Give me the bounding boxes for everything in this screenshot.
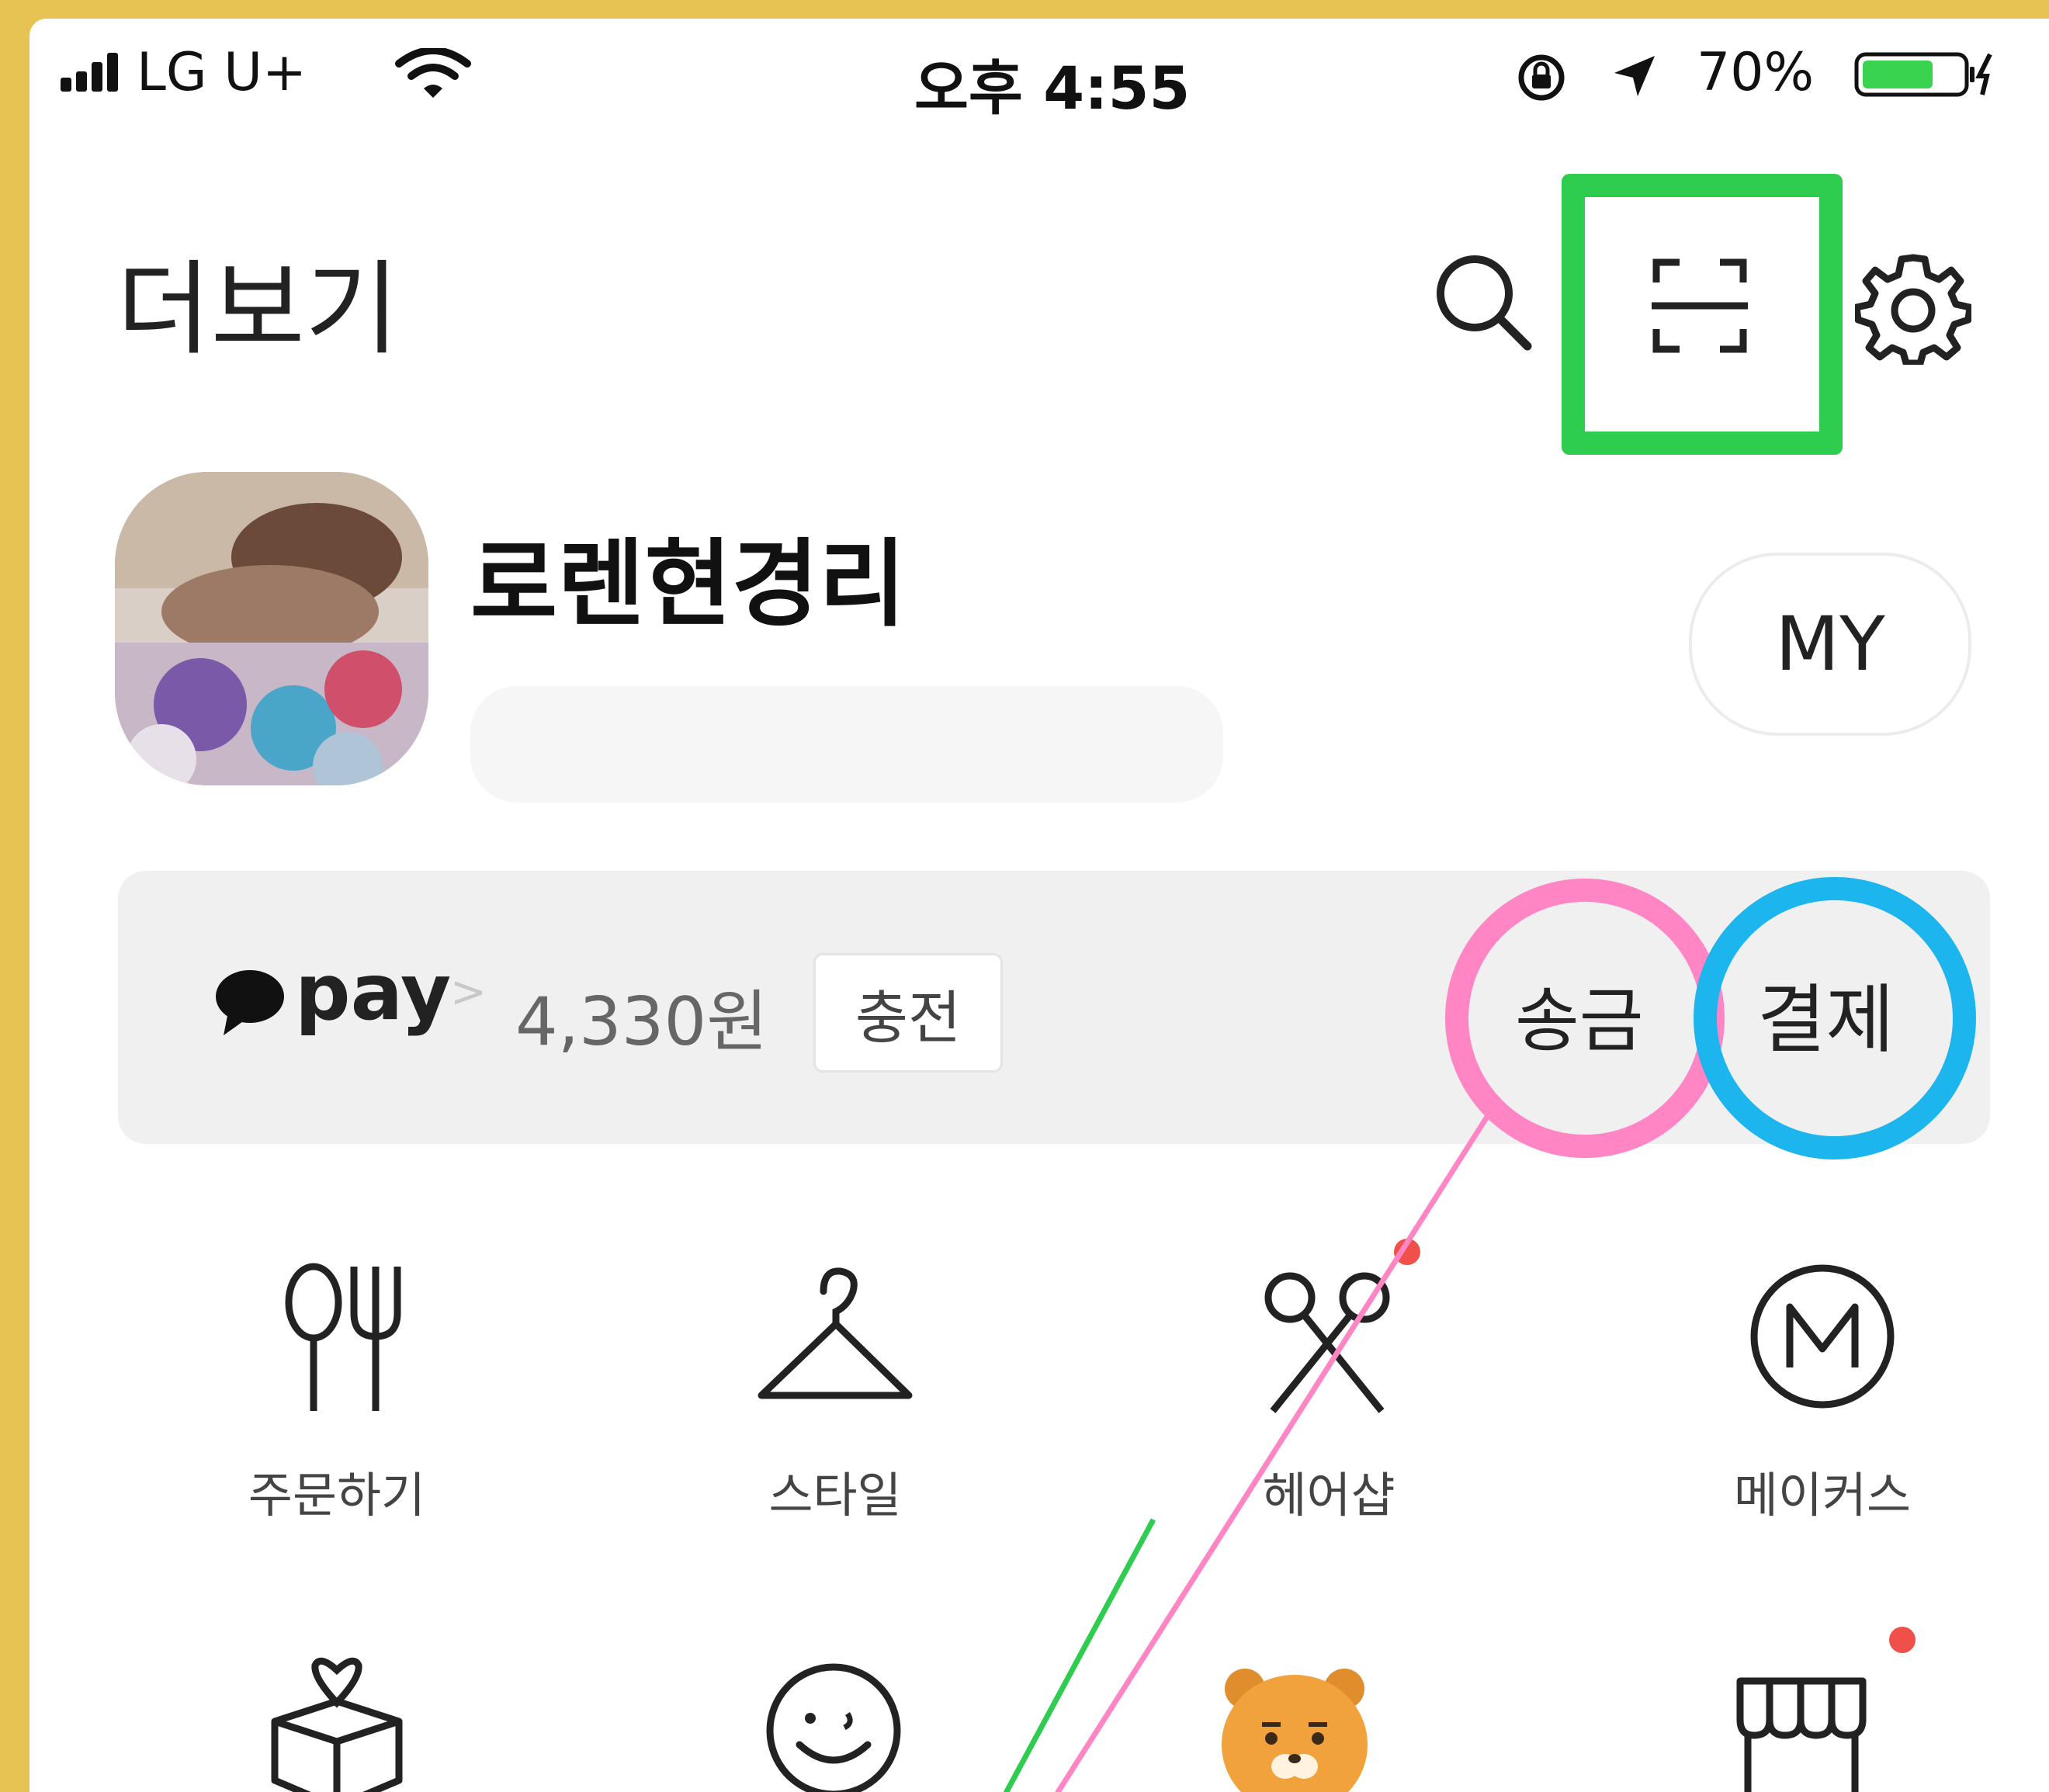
annotation-lines — [1003, 1101, 1499, 1792]
app-screen: LG U+ 오후 4:55 70% 더보기 로렌현경리 MY pay > 4,3… — [29, 19, 2049, 1792]
